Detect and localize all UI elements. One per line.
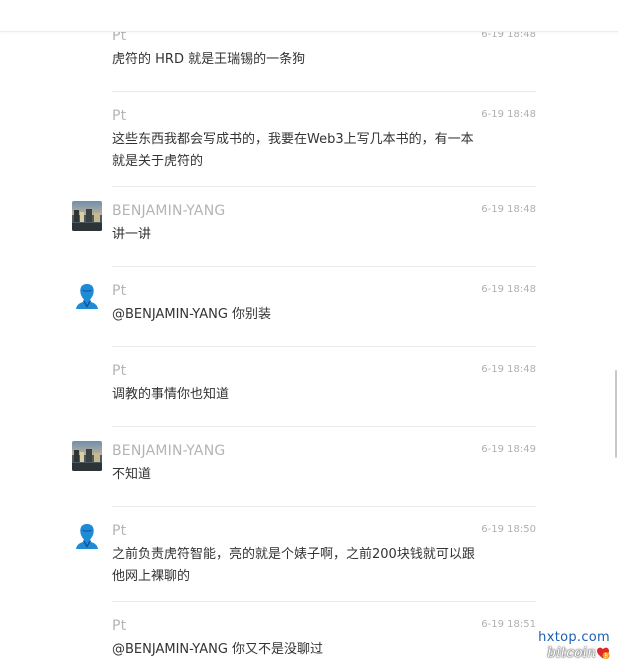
- message-line: 调教的事情你也知道: [112, 387, 230, 402]
- message-line: @BENJAMIN-YANG 你别装: [112, 307, 272, 322]
- watermark-brand: bitcoin: [547, 645, 596, 661]
- user-avatar[interactable]: [72, 201, 102, 231]
- message-divider: [112, 266, 536, 267]
- message-line: 他网上裸聊的: [112, 569, 191, 584]
- message-divider: [112, 506, 536, 507]
- bitcoin-heart-icon: ₿: [597, 647, 610, 659]
- message-line: @BENJAMIN-YANG 你又不是没聊过: [112, 642, 324, 657]
- watermark: hxtop.com bitcoin ₿: [532, 630, 610, 662]
- message-author[interactable]: Pt: [112, 618, 126, 634]
- message-author[interactable]: Pt: [112, 363, 126, 379]
- person-icon: [76, 284, 98, 309]
- message-text: 这些东西我都会写成书的，我要在Web3上写几本书的，有一本 就是关于虎符的: [112, 129, 512, 173]
- scrollbar[interactable]: [615, 370, 617, 458]
- message-timestamp: 6-19 18:50: [481, 524, 536, 535]
- person-icon: [76, 524, 98, 549]
- message-divider: [112, 186, 536, 187]
- message-timestamp: 6-19 18:48: [481, 109, 536, 120]
- message-text: 虎符的 HRD 就是王瑞锡的一条狗: [112, 49, 512, 71]
- message-text: @BENJAMIN-YANG 你别装: [112, 304, 512, 326]
- message-line: 这些东西我都会写成书的，我要在Web3上写几本书的，有一本: [112, 132, 474, 147]
- message-timestamp: 6-19 18:49: [481, 444, 536, 455]
- message-author[interactable]: Pt: [112, 108, 126, 124]
- message-author[interactable]: Pt: [112, 523, 126, 539]
- user-avatar[interactable]: [72, 281, 102, 311]
- message-divider: [112, 91, 536, 92]
- user-avatar[interactable]: [72, 441, 102, 471]
- message-text: @BENJAMIN-YANG 你又不是没聊过: [112, 639, 512, 661]
- top-bar: [0, 0, 618, 32]
- watermark-site: hxtop.com: [538, 630, 610, 645]
- message-line: 之前负责虎符智能，亮的就是个婊子啊，之前200块钱就可以跟: [112, 547, 475, 562]
- message-author[interactable]: BENJAMIN-YANG: [112, 203, 225, 219]
- message-line: 就是关于虎符的: [112, 154, 204, 169]
- message-timestamp: 6-19 18:51: [481, 619, 536, 630]
- message-author[interactable]: Pt: [112, 283, 126, 299]
- chat-message-list: Pt 6-19 18:48 虎符的 HRD 就是王瑞锡的一条狗 Pt 6-19 …: [0, 0, 618, 668]
- message-line: 讲一讲: [112, 227, 152, 242]
- message-timestamp: 6-19 18:48: [481, 204, 536, 215]
- message-divider: [112, 601, 536, 602]
- message-line: 虎符的 HRD 就是王瑞锡的一条狗: [112, 52, 306, 67]
- message-line: 不知道: [112, 467, 152, 482]
- message-divider: [112, 426, 536, 427]
- message-divider: [112, 346, 536, 347]
- message-author[interactable]: BENJAMIN-YANG: [112, 443, 225, 459]
- message-text: 之前负责虎符智能，亮的就是个婊子啊，之前200块钱就可以跟 他网上裸聊的: [112, 544, 512, 588]
- message-text: 调教的事情你也知道: [112, 384, 512, 406]
- svg-text:₿: ₿: [604, 652, 608, 659]
- avatar-photo-icon: [72, 201, 102, 231]
- user-avatar[interactable]: [72, 521, 102, 551]
- message-timestamp: 6-19 18:48: [481, 284, 536, 295]
- message-text: 讲一讲: [112, 224, 512, 246]
- avatar-photo-icon: [72, 441, 102, 471]
- message-text: 不知道: [112, 464, 512, 486]
- message-timestamp: 6-19 18:48: [481, 364, 536, 375]
